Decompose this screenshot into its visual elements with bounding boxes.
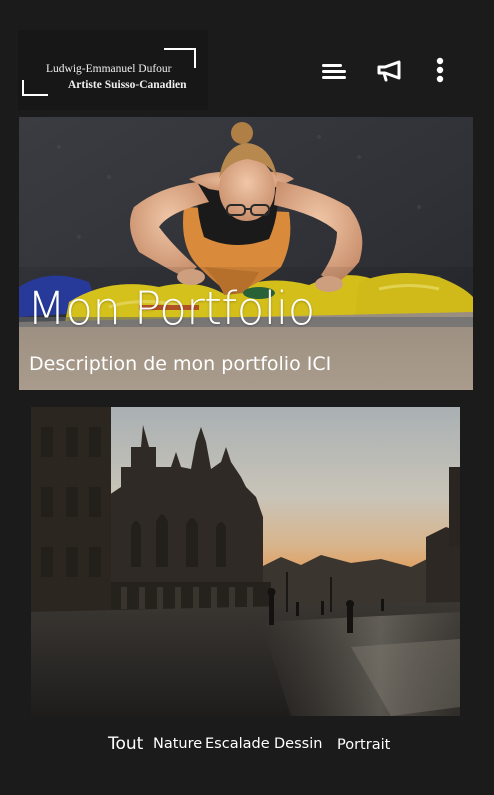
hero-title: Mon Portfolio	[27, 282, 315, 335]
hero-climber-image	[19, 117, 473, 390]
hero-banner: Mon Portfolio Description de mon portfol…	[19, 117, 473, 390]
logo-corner-bottom-left	[22, 80, 48, 96]
more-vertical-icon[interactable]	[424, 55, 456, 87]
filter-escalade[interactable]: Escalade	[205, 736, 270, 752]
megaphone-icon[interactable]	[373, 55, 405, 87]
filter-nature[interactable]: Nature	[153, 736, 202, 752]
page: Ludwig-Emmanuel Dufour Artiste Suisso-Ca…	[0, 0, 494, 795]
logo-name: Ludwig-Emmanuel Dufour	[46, 63, 172, 75]
site-logo[interactable]: Ludwig-Emmanuel Dufour Artiste Suisso-Ca…	[18, 30, 208, 110]
logo-subtitle: Artiste Suisso-Canadien	[68, 79, 187, 91]
hero-description: Description de mon portfolio ICI	[29, 353, 332, 375]
gallery-photo-cathedral[interactable]	[31, 407, 460, 716]
filter-portrait[interactable]: Portrait	[337, 737, 390, 753]
cathedral-sunset-image	[31, 407, 460, 716]
filter-dessin[interactable]: Dessin	[274, 736, 322, 752]
filter-tout[interactable]: Tout	[108, 734, 143, 754]
portfolio-filter-bar: Tout Nature Escalade Dessin Portrait	[0, 732, 494, 762]
menu-icon[interactable]	[318, 55, 350, 87]
